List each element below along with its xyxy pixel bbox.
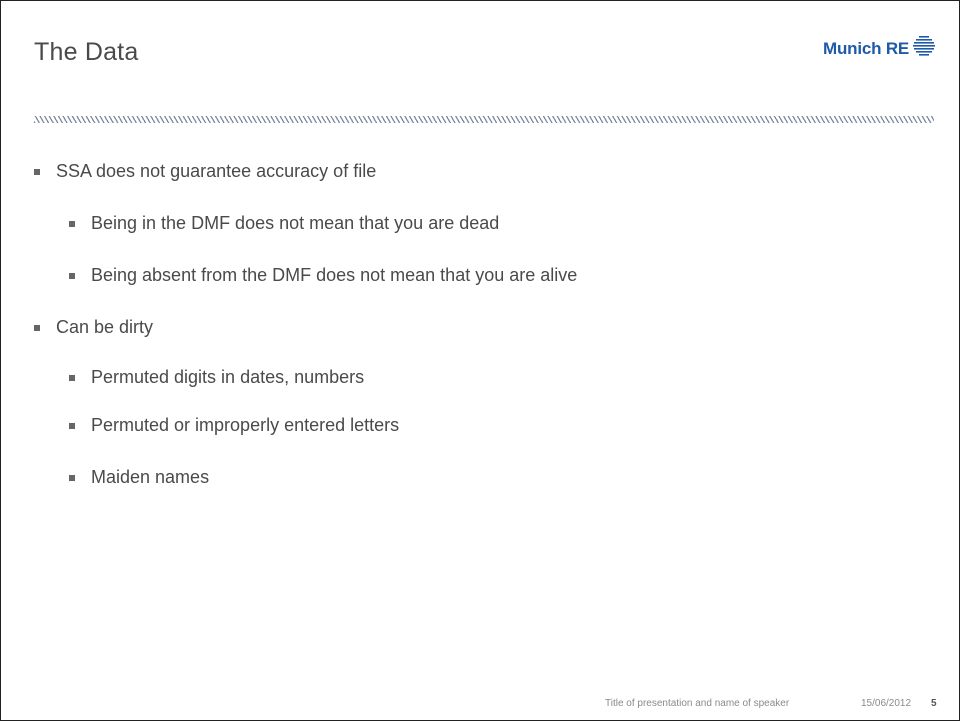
footer-date: 15/06/2012 [861,698,912,709]
sub-bullet-item: Permuted or improperly entered letters [69,415,399,436]
sub-bullet-item: Being in the DMF does not mean that you … [69,213,499,234]
footer-page-number: 5 [931,698,937,709]
sub-bullet-item: Permuted digits in dates, numbers [69,367,364,388]
bullet-square-icon [69,220,75,227]
bullet-square-icon [34,168,40,175]
bullet-text: Permuted digits in dates, numbers [91,367,365,387]
bullet-item: Can be dirty [34,317,153,338]
logo-text: Munich RE [823,39,910,58]
slide: The Data Munich RE SSA does not guarante… [0,0,960,721]
bullet-text: Can be dirty [56,317,154,337]
hatched-divider [34,116,934,123]
bullet-text: Being in the DMF does not mean that you … [91,213,500,233]
slide-title: The Data [34,38,139,66]
bullet-square-icon [34,324,40,331]
footer-presentation-title: Title of presentation and name of speake… [605,698,790,709]
bullet-square-icon [69,422,75,429]
bullet-text: Permuted or improperly entered letters [91,415,400,435]
bullet-square-icon [69,474,75,481]
munich-re-stripes-icon [913,36,936,56]
bullet-text: SSA does not guarantee accuracy of file [56,161,377,181]
munich-re-logo: Munich RE [823,36,936,59]
sub-bullet-item: Being absent from the DMF does not mean … [69,265,577,286]
bullet-square-icon [69,272,75,279]
sub-bullet-item: Maiden names [69,467,209,488]
bullet-text: Maiden names [91,467,210,487]
bullet-item: SSA does not guarantee accuracy of file [34,161,376,182]
bullet-square-icon [69,374,75,381]
bullet-text: Being absent from the DMF does not mean … [91,265,578,285]
